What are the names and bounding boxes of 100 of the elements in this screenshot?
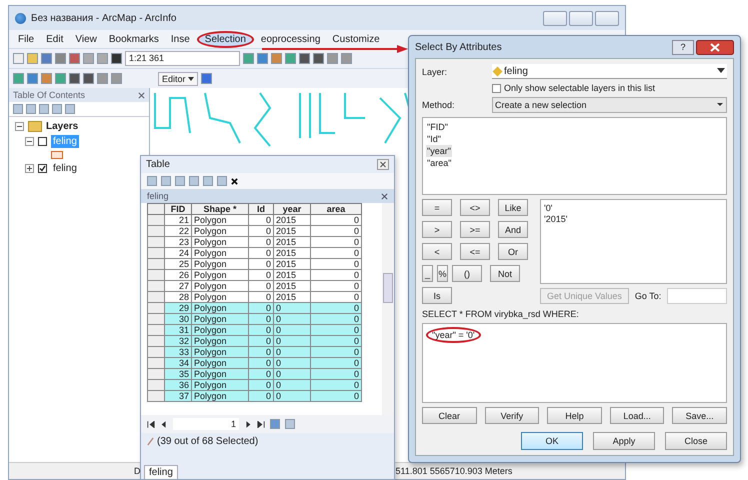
operator-button[interactable]: _: [422, 265, 433, 282]
table-cell: 0: [248, 270, 274, 280]
polygon-symbol-icon: [51, 151, 63, 159]
close-button[interactable]: [377, 159, 389, 170]
selected-records-icon[interactable]: [285, 419, 295, 429]
operator-button[interactable]: >: [422, 221, 452, 238]
maximize-button[interactable]: [569, 10, 593, 26]
delete-icon[interactable]: [231, 178, 238, 184]
scrollbar[interactable]: [382, 203, 394, 415]
close-icon[interactable]: [381, 192, 388, 200]
field-list-item[interactable]: "Id": [426, 133, 442, 145]
menu-item[interactable]: Bookmarks: [104, 32, 164, 46]
operator-button[interactable]: And: [498, 221, 528, 238]
collapse-icon[interactable]: [15, 122, 24, 131]
field-list-item[interactable]: "FID": [426, 121, 449, 133]
pointer-icon[interactable]: [200, 73, 212, 84]
field-list-item[interactable]: "area": [426, 157, 452, 169]
last-page-icon[interactable]: [257, 420, 265, 428]
scale-field[interactable]: 1:21 361: [125, 51, 240, 66]
column-header[interactable]: FID: [164, 204, 192, 214]
tool-icon[interactable]: [111, 53, 122, 64]
value-list-item[interactable]: '2015': [544, 214, 723, 225]
menu-item[interactable]: eoprocessing: [256, 32, 326, 46]
caret-icon: [188, 76, 194, 80]
dialog-title: Select By Attributes: [415, 42, 502, 52]
operator-button[interactable]: <=: [460, 243, 490, 260]
tool-icon[interactable]: [83, 73, 94, 84]
checkbox[interactable]: [492, 84, 501, 92]
table-cell: 25: [164, 258, 192, 270]
menu-item[interactable]: Edit: [41, 32, 68, 46]
close-button[interactable]: [696, 40, 734, 54]
column-header[interactable]: Shape *: [192, 204, 248, 214]
first-page-icon[interactable]: [147, 420, 155, 428]
table-cell: 0: [310, 258, 362, 270]
dialog-button[interactable]: OK: [521, 432, 583, 450]
method-dropdown[interactable]: Create a new selection: [492, 97, 727, 113]
operator-button[interactable]: <>: [460, 199, 490, 216]
go-to-field[interactable]: [667, 288, 727, 304]
checkbox-label: Only show selectable layers in this list: [504, 83, 656, 93]
next-icon[interactable]: [244, 420, 252, 428]
table-cell: 23: [164, 236, 192, 248]
value-list-item[interactable]: '0': [544, 203, 723, 214]
dialog-button[interactable]: Load...: [610, 407, 664, 424]
column-header[interactable]: area: [310, 204, 362, 214]
expression-field[interactable]: "year" = '0': [422, 323, 727, 403]
editor-menu-button[interactable]: Editor: [158, 72, 198, 86]
expand-icon[interactable]: [25, 164, 34, 173]
dialog-button[interactable]: Help: [547, 407, 602, 424]
dialog-button[interactable]: Clear: [422, 407, 477, 424]
table-cell: Polygon: [192, 226, 248, 236]
dialog-button[interactable]: Apply: [593, 432, 655, 450]
globe-icon: [15, 12, 26, 24]
collapse-icon[interactable]: [25, 137, 34, 146]
table-cell: 22: [164, 226, 192, 236]
menu-item[interactable]: File: [13, 32, 40, 46]
table-cell: Polygon: [192, 270, 248, 280]
help-button[interactable]: ?: [672, 40, 694, 54]
operator-button[interactable]: Not: [490, 265, 520, 282]
coordinates-text: 511.801 5565710.903 Meters: [396, 466, 512, 476]
layer-checkbox[interactable]: [38, 164, 47, 173]
operator-button[interactable]: (): [452, 265, 482, 282]
table-cell: 2015: [274, 248, 310, 258]
tool-icon[interactable]: [69, 73, 80, 84]
operator-button[interactable]: Is: [422, 287, 452, 304]
operator-button[interactable]: >=: [460, 221, 490, 238]
layer-checkbox[interactable]: [38, 137, 47, 146]
layer-group-label[interactable]: Layers: [46, 121, 78, 132]
menu-item[interactable]: Selection: [196, 30, 254, 48]
table-tab[interactable]: feling: [144, 465, 178, 479]
layer-name[interactable]: feling: [51, 162, 79, 175]
operator-button[interactable]: =: [422, 199, 452, 216]
tool-icon[interactable]: [13, 53, 24, 64]
operator-button[interactable]: <: [422, 243, 452, 260]
panel-title: Table Of Contents: [13, 90, 86, 100]
layer-dropdown[interactable]: feling: [492, 64, 727, 79]
dialog-button[interactable]: Close: [665, 432, 727, 450]
operator-button[interactable]: %: [437, 265, 448, 282]
tool-icon[interactable]: [299, 53, 310, 64]
table-cell: 2015: [274, 270, 310, 280]
column-header[interactable]: Id: [248, 204, 274, 214]
table-cell: 2015: [274, 258, 310, 270]
operator-button[interactable]: Or: [498, 243, 528, 260]
previous-icon[interactable]: [160, 420, 168, 428]
field-list-item[interactable]: "year": [426, 145, 452, 157]
menu-item[interactable]: View: [70, 32, 102, 46]
table-cell: 0: [310, 236, 362, 248]
menu-item[interactable]: Customize: [327, 32, 385, 46]
operator-button[interactable]: Like: [498, 199, 528, 216]
tool-icon[interactable]: [313, 53, 324, 64]
menu-item[interactable]: Inse: [166, 32, 195, 46]
all-records-icon[interactable]: [270, 419, 280, 429]
column-header[interactable]: year: [274, 204, 310, 214]
dialog-button[interactable]: Save...: [672, 407, 727, 424]
close-icon[interactable]: [138, 92, 145, 98]
dialog-button[interactable]: Verify: [484, 407, 540, 424]
table-cell: 0: [310, 214, 362, 226]
caret-icon[interactable]: [717, 68, 725, 74]
page-field[interactable]: 1: [173, 418, 239, 430]
minimize-button[interactable]: [543, 10, 567, 26]
caret-icon[interactable]: [716, 102, 724, 108]
